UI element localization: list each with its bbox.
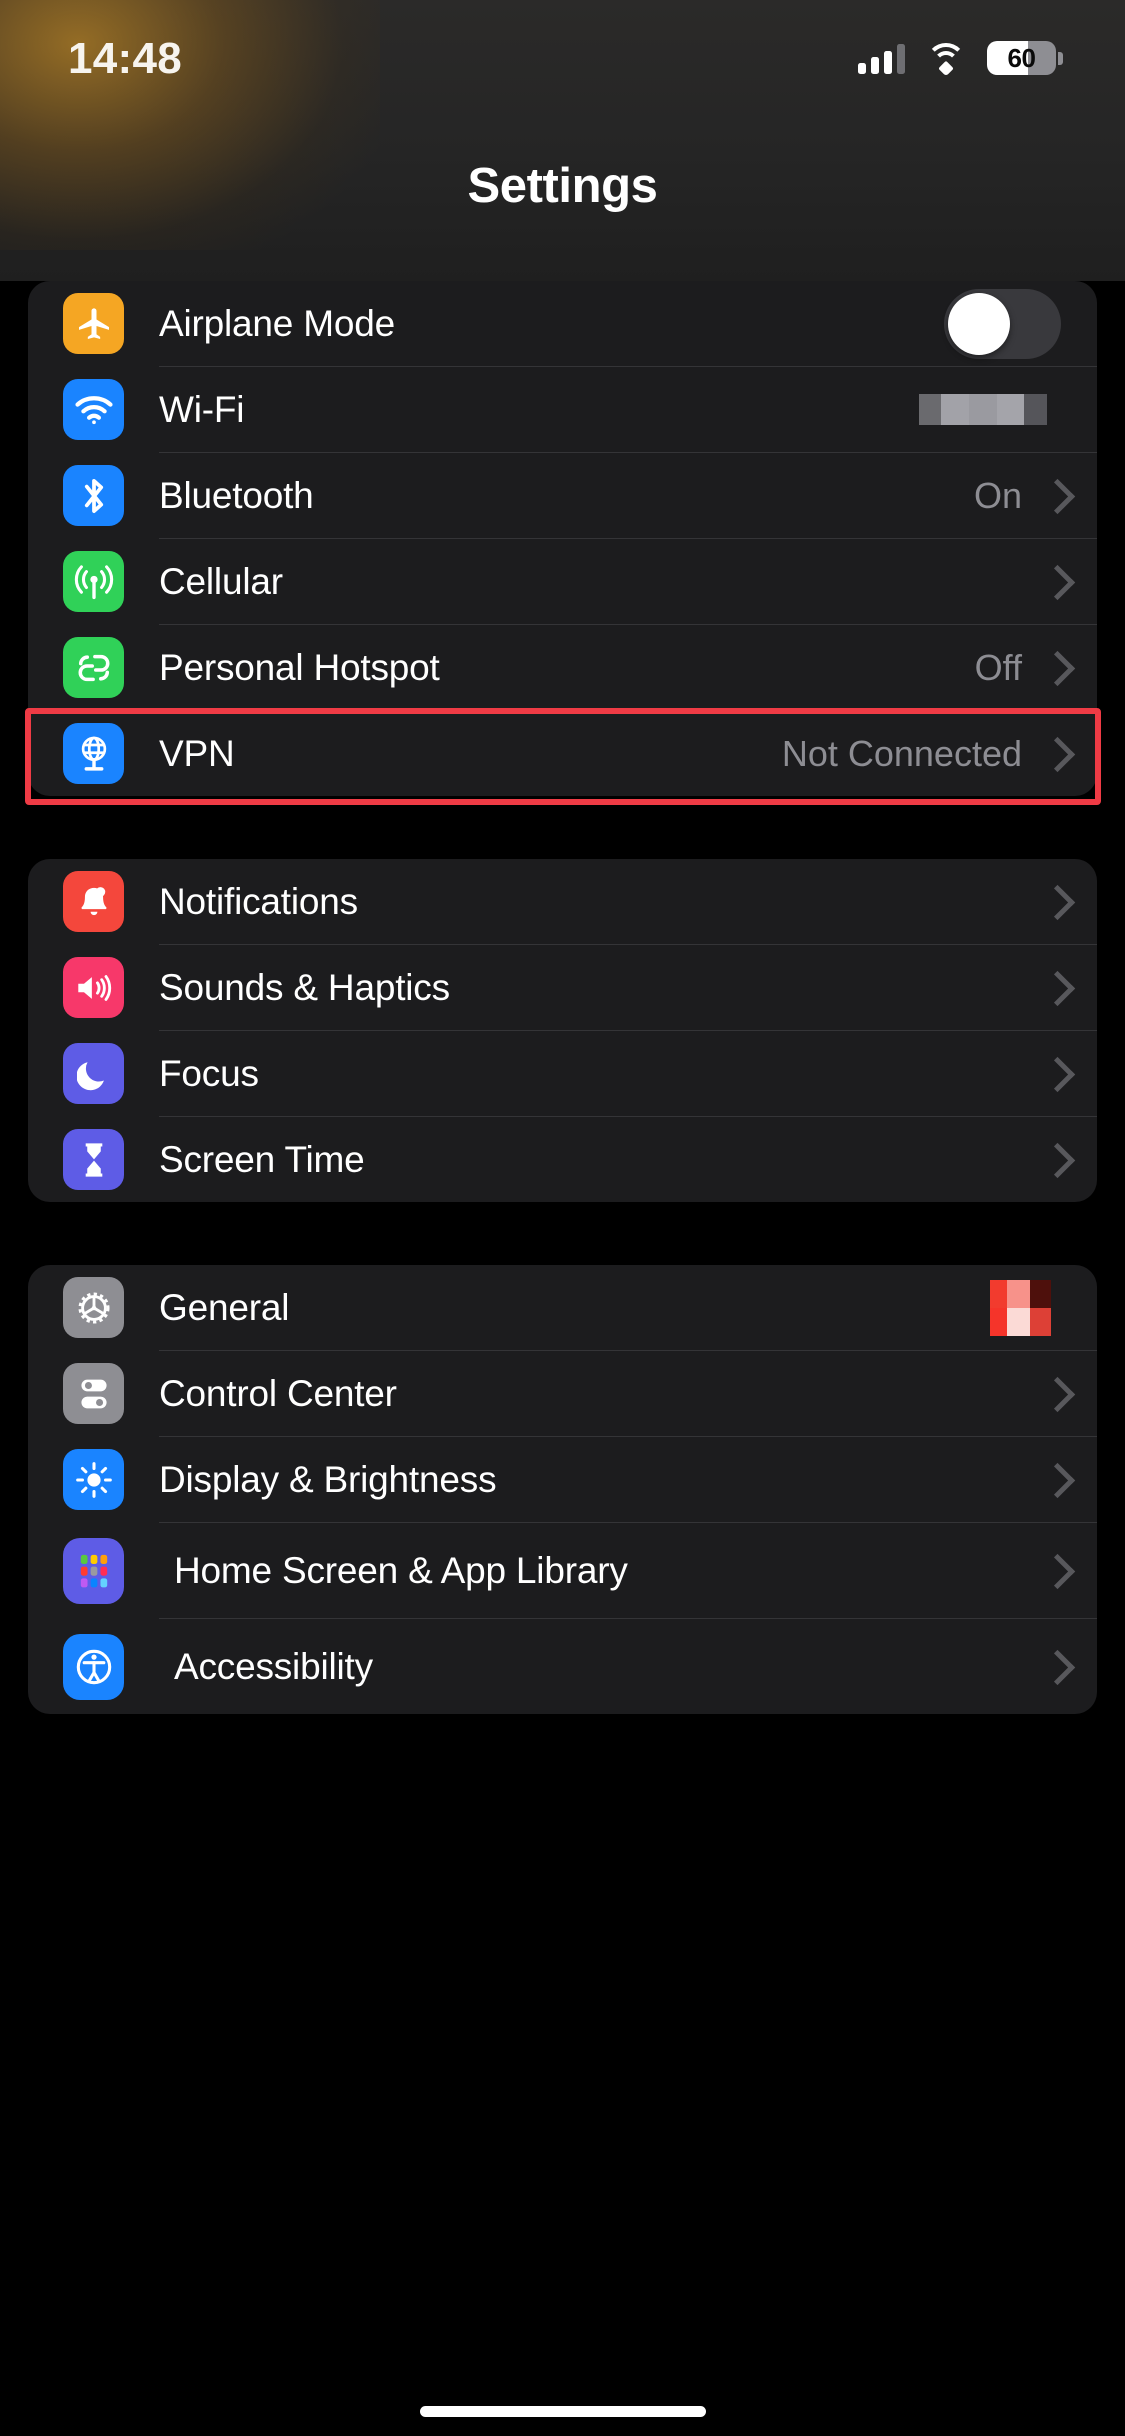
speaker-icon (63, 957, 124, 1018)
settings-row-cellular[interactable]: Cellular (28, 539, 1097, 624)
settings-row-label: Control Center (159, 1372, 397, 1414)
chevron-right-icon (1044, 738, 1061, 769)
wifi-icon (63, 379, 124, 440)
settings-row-screen-time[interactable]: Screen Time (28, 1117, 1097, 1202)
nav-bar: 14:48 60 Settings (0, 0, 1125, 281)
chevron-right-icon (1044, 1555, 1061, 1586)
settings-row-label: Bluetooth (159, 474, 314, 516)
wifi-network-value-redacted (919, 394, 1047, 425)
settings-screen: 14:48 60 Settings Airplane Mode Wi-Fi Bl… (0, 0, 1125, 2436)
moon-icon (63, 1043, 124, 1104)
chevron-right-icon (1044, 480, 1061, 511)
settings-row-display-brightness[interactable]: Display & Brightness (28, 1437, 1097, 1522)
airplane-icon (63, 293, 124, 354)
settings-row-wifi[interactable]: Wi-Fi (28, 367, 1097, 452)
settings-row-label: Sounds & Haptics (159, 966, 450, 1008)
settings-list: Airplane Mode Wi-Fi Bluetooth On Cellula… (0, 281, 1125, 1714)
wifi-icon (926, 43, 966, 77)
settings-row-label: Accessibility (174, 1645, 373, 1687)
settings-row-label: Notifications (159, 880, 358, 922)
accessibility-icon (63, 1633, 124, 1700)
status-bar-indicators: 60 (858, 41, 1063, 77)
settings-row-label: VPN (159, 732, 235, 774)
control-center-icon (63, 1363, 124, 1424)
cellular-antenna-icon (63, 551, 124, 612)
chevron-right-icon (1044, 886, 1061, 917)
chevron-right-icon (1044, 1378, 1061, 1409)
chevron-right-icon (1044, 566, 1061, 597)
hourglass-icon (63, 1129, 124, 1190)
settings-row-label: Display & Brightness (159, 1458, 497, 1500)
hotspot-status-value: Off (974, 646, 1022, 688)
battery-percent-label: 60 (1007, 42, 1036, 73)
bluetooth-status-value: On (973, 474, 1022, 516)
settings-group-alerts: Notifications Sounds & Haptics Focus Scr… (28, 859, 1097, 1202)
settings-row-accessibility[interactable]: Accessibility (28, 1619, 1097, 1714)
settings-row-sounds-haptics[interactable]: Sounds & Haptics (28, 945, 1097, 1030)
settings-group-connectivity: Airplane Mode Wi-Fi Bluetooth On Cellula… (28, 281, 1097, 796)
chevron-right-icon (1044, 1651, 1061, 1682)
settings-row-label: Personal Hotspot (159, 646, 440, 688)
page-title: Settings (467, 159, 658, 213)
settings-row-personal-hotspot[interactable]: Personal Hotspot Off (28, 625, 1097, 710)
brightness-icon (63, 1449, 124, 1510)
settings-row-label: Focus (159, 1052, 259, 1094)
chevron-right-icon (1044, 1058, 1061, 1089)
airplane-mode-toggle[interactable] (944, 288, 1061, 359)
settings-row-vpn[interactable]: VPN Not Connected (28, 711, 1097, 796)
app-grid-icon (63, 1537, 124, 1604)
settings-row-notifications[interactable]: Notifications (28, 859, 1097, 944)
status-bar-clock: 14:48 (68, 34, 183, 83)
chevron-right-icon (1044, 972, 1061, 1003)
bell-icon (63, 871, 124, 932)
settings-row-general[interactable]: General (28, 1265, 1097, 1350)
chevron-right-icon (1044, 1144, 1061, 1175)
chevron-right-icon (1044, 652, 1061, 683)
settings-row-label: General (159, 1286, 290, 1328)
settings-row-bluetooth[interactable]: Bluetooth On (28, 453, 1097, 538)
settings-row-label: Cellular (159, 560, 283, 602)
settings-row-home-screen-app-library[interactable]: Home Screen & App Library (28, 1523, 1097, 1618)
settings-row-label: Wi-Fi (159, 388, 245, 430)
settings-row-label: Screen Time (159, 1138, 365, 1180)
settings-row-airplane-mode[interactable]: Airplane Mode (28, 281, 1097, 366)
home-indicator[interactable] (419, 2406, 706, 2417)
gear-icon (63, 1277, 124, 1338)
battery-icon: 60 (987, 41, 1063, 75)
settings-row-control-center[interactable]: Control Center (28, 1351, 1097, 1436)
chevron-right-icon (1044, 1464, 1061, 1495)
status-bar: 14:48 60 (0, 0, 1125, 112)
settings-row-label: Airplane Mode (159, 302, 395, 344)
settings-row-label: Home Screen & App Library (174, 1549, 628, 1591)
settings-group-system: General Control Center Display & Brightn… (28, 1265, 1097, 1714)
hotspot-link-icon (63, 637, 124, 698)
general-badge-redacted (990, 1279, 1051, 1336)
settings-row-focus[interactable]: Focus (28, 1031, 1097, 1116)
bluetooth-icon (63, 465, 124, 526)
vpn-globe-icon (63, 723, 124, 784)
vpn-status-value: Not Connected (781, 732, 1022, 774)
cellular-signal-icon (858, 42, 905, 74)
